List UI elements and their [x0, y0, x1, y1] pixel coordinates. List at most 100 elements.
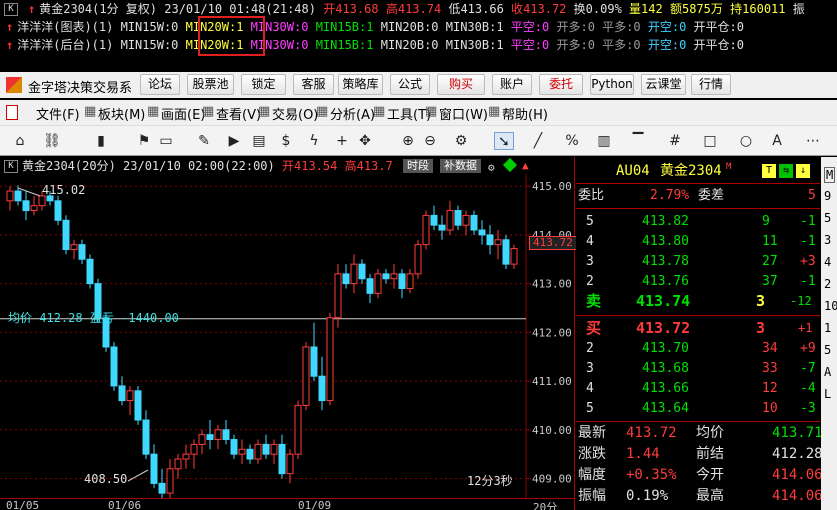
candle-body — [174, 458, 182, 470]
ask-1-change: -1 — [800, 234, 816, 249]
ask-1-row[interactable]: 4 413.80 11 -1 — [576, 232, 820, 252]
ask-0-price: 413.82 — [642, 214, 689, 229]
ask-2-row[interactable]: 3 413.78 27 +3 — [576, 252, 820, 272]
toolbar-button-9[interactable]: Python — [590, 74, 634, 95]
menu-item-3[interactable]: 查看(V) — [216, 104, 261, 123]
open-value: 413.68 — [335, 2, 379, 16]
signal-close-short: 平空:0 — [510, 38, 550, 52]
document-icon[interactable]: ▤ — [249, 132, 269, 150]
price-tick-label: 409.00 — [532, 473, 572, 486]
menu-item-0[interactable]: 文件(F) — [36, 104, 80, 123]
level-icon[interactable]: ▔ — [628, 132, 648, 150]
bid-1-row[interactable]: 3 413.68 33 -7 — [576, 359, 820, 379]
ask-3-row[interactable]: 2 413.76 37 -1 — [576, 272, 820, 292]
ask-0-row[interactable]: 5 413.82 9 -1 — [576, 212, 820, 232]
ask-3-change: -1 — [800, 274, 816, 289]
bid-2-change: -4 — [800, 381, 816, 396]
bid-2-level: 4 — [586, 381, 594, 396]
buy-1-row[interactable]: 买 413.72 3 +1 — [576, 318, 820, 338]
toolbar-button-5[interactable]: 公式 — [390, 74, 430, 95]
rect-icon[interactable]: □ — [700, 132, 720, 150]
flash-icon[interactable]: ϟ — [304, 132, 324, 150]
home-icon[interactable]: ⌂ — [10, 132, 30, 150]
more-icon[interactable]: ⋯ — [803, 132, 823, 150]
signal-open-short: 开空:0 — [647, 20, 687, 34]
candlestick-chart[interactable]: 409.00410.00411.00412.00413.00414.00415.… — [0, 174, 575, 498]
toolbar-button-7[interactable]: 账户 — [492, 74, 532, 95]
menu-item-5[interactable]: 分析(A) — [330, 104, 375, 123]
close-label: 收 — [511, 2, 524, 16]
menu-item-8[interactable]: 帮助(H) — [502, 104, 548, 123]
swap-icon[interactable]: ⇆ — [779, 164, 793, 178]
up-arrow-icon: ↑ — [6, 38, 14, 52]
tab-fill-data[interactable]: 补数据 — [440, 159, 481, 173]
toolbar-button-8[interactable]: 委托 — [539, 74, 583, 95]
monitor-icon[interactable]: ▭ — [156, 132, 176, 150]
settings-icon[interactable]: ⚙ — [488, 161, 495, 174]
symbol-time: 黄金2304(1分 复权) 23/01/10 01:48(21:48) — [39, 2, 316, 16]
toolbar-button-10[interactable]: 云课堂 — [641, 74, 686, 95]
bid-0-row[interactable]: 2 413.70 34 +9 — [576, 339, 820, 359]
toolbar-button-11[interactable]: 行情 — [691, 74, 731, 95]
menu-icon: ▦ — [488, 104, 501, 119]
bid-3-row[interactable]: 5 413.64 10 -3 — [576, 399, 820, 419]
toolbar-button-3[interactable]: 客服 — [293, 74, 334, 95]
menu-item-4[interactable]: 交易(O) — [272, 104, 318, 123]
candle-body — [358, 263, 366, 280]
hash-icon[interactable]: # — [665, 132, 685, 150]
contract-code: AU04 — [616, 163, 650, 179]
grid-icon[interactable]: ▥ — [594, 132, 614, 150]
turnover-label: 换 — [573, 2, 586, 16]
line-tool-icon[interactable]: ╱ — [528, 132, 548, 150]
buy-price: 413.72 — [636, 319, 691, 337]
candle-body — [270, 443, 278, 455]
menu-item-7[interactable]: 窗口(W) — [439, 104, 488, 123]
menu-item-2[interactable]: 画面(E) — [161, 104, 205, 123]
edit-icon[interactable]: ✎ — [194, 132, 214, 150]
gear-icon[interactable]: ⚙ — [451, 132, 471, 150]
bid-0-price: 413.70 — [642, 341, 689, 356]
ind-min20b: MIN20B:0 — [380, 38, 439, 52]
add-icon[interactable]: + — [332, 132, 352, 150]
bid-0-volume: 34 — [762, 341, 778, 356]
candle-body — [70, 244, 78, 251]
k-icon[interactable]: K — [4, 3, 18, 16]
text-icon[interactable]: A — [767, 132, 787, 150]
toolbar-button-4[interactable]: 策略库 — [338, 74, 383, 95]
ind-min15w: MIN15W:0 — [120, 38, 179, 52]
sell-change: -12 — [790, 294, 812, 308]
triangle-icon[interactable]: ▲ — [522, 159, 529, 172]
menu-icon: ▦ — [316, 104, 329, 119]
toolbar-button-1[interactable]: 股票池 — [187, 74, 234, 95]
side-label: M — [824, 167, 836, 183]
candle-body — [222, 429, 230, 441]
strategy-name: 洋洋洋(图表)(1) — [17, 20, 114, 34]
tab-period[interactable]: 时段 — [403, 159, 433, 173]
ask-0-change: -1 — [800, 214, 816, 229]
link-icon[interactable]: ⛓ — [42, 132, 62, 150]
t-icon[interactable]: T — [762, 164, 776, 178]
toolbar-button-6[interactable]: 购买 — [437, 74, 485, 95]
menu-item-1[interactable]: 板块(M) — [98, 104, 145, 123]
circle-icon[interactable]: ○ — [736, 132, 756, 150]
ask-2-volume: 27 — [762, 254, 778, 269]
toolbar-button-2[interactable]: 锁定 — [241, 74, 286, 95]
dollar-icon[interactable]: $ — [276, 132, 296, 150]
zoom-out-icon[interactable]: ⊖ — [420, 132, 440, 150]
candle-body — [78, 244, 86, 260]
k-icon[interactable]: K — [4, 160, 18, 173]
sell-1-row[interactable]: 卖 413.74 3 -12 — [576, 291, 820, 311]
percent-icon[interactable]: % — [562, 132, 582, 150]
move-icon[interactable]: ✥ — [355, 132, 375, 150]
toolbar-button-0[interactable]: 论坛 — [140, 74, 180, 95]
side-label: 4 — [824, 255, 832, 269]
bid-2-row[interactable]: 4 413.66 12 -4 — [576, 379, 820, 399]
flag-icon[interactable]: ⚑ — [134, 132, 154, 150]
candle-body — [214, 429, 222, 441]
zoom-in-icon[interactable]: ⊕ — [398, 132, 418, 150]
side-panel[interactable]: M 9 5 3 4 2 10 1 5 A L — [821, 157, 837, 510]
pointer-icon[interactable]: ➘ — [494, 132, 514, 150]
play-icon[interactable]: ▶ — [224, 132, 244, 150]
down-icon[interactable]: ↓ — [796, 164, 810, 178]
bar-chart-icon[interactable]: ▮ — [91, 132, 111, 150]
